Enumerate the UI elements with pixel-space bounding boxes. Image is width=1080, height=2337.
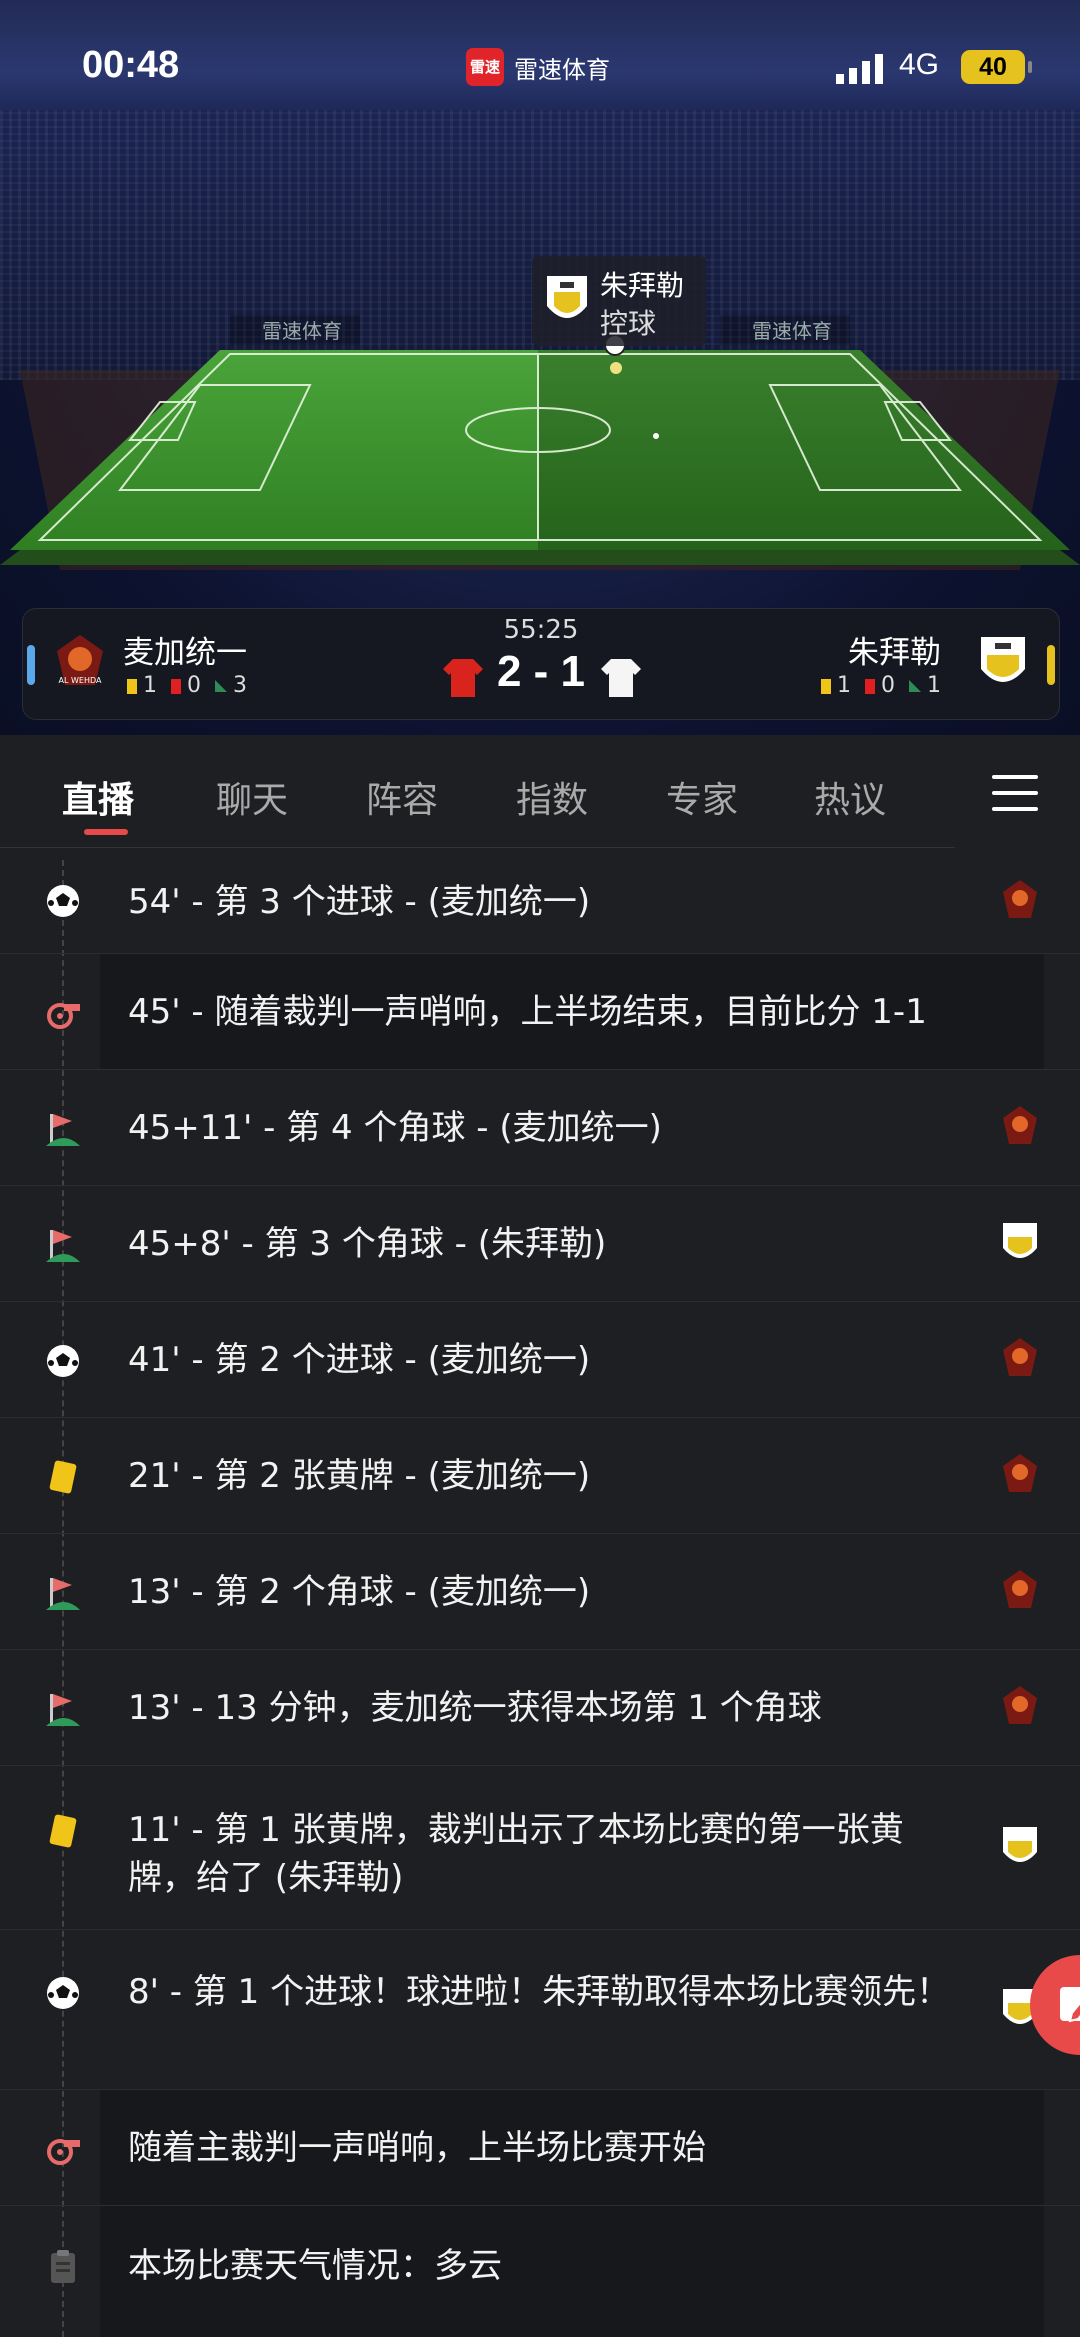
away-team-name: 朱拜勒: [848, 635, 941, 671]
event-row: 11' - 第 1 张黄牌，裁判出示了本场比赛的第一张黄牌，给了 (朱拜勒): [0, 1766, 1080, 1930]
away-yellow-cards: 1: [821, 673, 851, 698]
away-team-badge-icon: [1003, 1827, 1037, 1862]
football-icon: [47, 885, 79, 917]
event-text: 13' - 第 2 个角球 - (麦加统一): [128, 1572, 591, 1612]
corner-icon: [909, 680, 921, 692]
football-icon: [47, 1345, 79, 1377]
away-color-strip: [1047, 645, 1055, 685]
active-tab-indicator: [84, 829, 128, 835]
tab-bar: 直播 聊天 阵容 指数 专家 热议: [0, 745, 1080, 845]
corner-flag-icon: [46, 1230, 80, 1262]
event-text: 41' - 第 2 个进球 - (麦加统一): [128, 1340, 591, 1380]
tab-live[interactable]: 直播: [62, 771, 134, 823]
tab-chat[interactable]: 聊天: [216, 771, 288, 823]
home-team-badge-icon: [1003, 880, 1037, 918]
whistle-icon: [47, 2139, 80, 2165]
app-name: 雷速体育: [514, 55, 610, 84]
player-dot: [653, 433, 659, 439]
event-row: 45' - 随着裁判一声哨响，上半场结束，目前比分 1-1: [0, 954, 1080, 1070]
event-text: 45' - 随着裁判一声哨响，上半场结束，目前比分 1-1: [128, 992, 927, 1032]
red-card-icon: [865, 678, 875, 694]
home-team-badge-icon: [1003, 1686, 1037, 1724]
status-bar: 00:48 雷速 雷速体育 4G 40: [0, 40, 1080, 100]
event-row: 45+11' - 第 4 个角球 - (麦加统一): [0, 1070, 1080, 1186]
home-team-badge-icon: [1003, 1454, 1037, 1492]
event-row: 45+8' - 第 3 个角球 - (朱拜勒): [0, 1186, 1080, 1302]
away-red-cards: 0: [865, 673, 895, 698]
event-text: 21' - 第 2 张黄牌 - (麦加统一): [128, 1456, 591, 1496]
event-row: 随着主裁判一声哨响，上半场比赛开始: [0, 2090, 1080, 2206]
tab-discussion[interactable]: 热议: [814, 771, 886, 823]
home-team-badge-icon: [1003, 1338, 1037, 1376]
tab-experts[interactable]: 专家: [666, 771, 738, 823]
clock: 00:48: [82, 44, 180, 86]
clipboard-icon: [51, 2250, 75, 2283]
yellow-card-icon: [49, 1460, 77, 1494]
ball-marker: [610, 362, 622, 374]
away-team-badge-icon: [1003, 1223, 1037, 1258]
event-text: 8' - 第 1 个进球！球进啦！朱拜勒取得本场比赛领先！: [128, 1972, 951, 2012]
event-row: 54' - 第 3 个进球 - (麦加统一): [0, 850, 1080, 954]
menu-icon[interactable]: [992, 775, 1038, 811]
event-row: 本场比赛天气情况：多云: [0, 2206, 1080, 2337]
network-type: 4G: [899, 48, 940, 81]
scoreboard: AL WEHDA 麦加统一 1 0 3 55:25 2 - 1 朱拜勒 1 0 …: [22, 608, 1060, 720]
pencil-icon: [1060, 1987, 1080, 2023]
away-corners: 1: [909, 673, 941, 698]
possession-team: 朱拜勒: [600, 269, 685, 302]
event-text: 13' - 13 分钟，麦加统一获得本场第 1 个角球: [128, 1688, 822, 1728]
event-text: 11' - 第 1 张黄牌，裁判出示了本场比赛的第一张黄牌，给了 (朱拜勒): [128, 1810, 904, 1898]
tab-divider: [0, 847, 955, 848]
svg-text:雷速体育: 雷速体育: [262, 319, 342, 343]
home-team-badge-icon: [1003, 1570, 1037, 1608]
event-text: 54' - 第 3 个进球 - (麦加统一): [128, 882, 591, 922]
corner-flag-icon: [46, 1114, 80, 1146]
away-team-badge-icon: [981, 637, 1025, 682]
tab-lineup[interactable]: 阵容: [366, 771, 438, 823]
event-text: 45+8' - 第 3 个角球 - (朱拜勒): [128, 1224, 607, 1264]
tab-odds[interactable]: 指数: [516, 771, 588, 823]
event-text: 本场比赛天气情况：多云: [128, 2246, 502, 2286]
possession-label: 控球: [600, 307, 657, 340]
event-row: 21' - 第 2 张黄牌 - (麦加统一): [0, 1418, 1080, 1534]
stadium-banner: 雷速体育 雷速体育 00:48 雷速 雷速体育 4G 40 朱拜勒 控球 AL …: [0, 0, 1080, 735]
event-text: 随着主裁判一声哨响，上半场比赛开始: [128, 2128, 706, 2168]
corner-flag-icon: [46, 1694, 80, 1726]
possession-indicator: 朱拜勒 控球: [532, 256, 706, 346]
event-row: 41' - 第 2 个进球 - (麦加统一): [0, 1302, 1080, 1418]
corner-flag-icon: [46, 1578, 80, 1610]
app-indicator: 雷速 雷速体育: [466, 48, 610, 86]
signal-icon: [836, 54, 883, 84]
app-logo-icon: 雷速: [466, 48, 504, 86]
yellow-card-icon: [821, 678, 831, 694]
yellow-card-icon: [49, 1814, 77, 1848]
whistle-icon: [47, 1003, 80, 1029]
svg-text:雷速体育: 雷速体育: [752, 319, 832, 343]
away-team-badge-icon: [547, 276, 587, 318]
battery-icon: 40: [961, 50, 1032, 84]
away-team-stats: 1 0 1: [821, 673, 941, 698]
event-row: 13' - 第 2 个角球 - (麦加统一): [0, 1534, 1080, 1650]
event-text: 45+11' - 第 4 个角球 - (麦加统一): [128, 1108, 662, 1148]
away-jersey-icon: [601, 659, 641, 697]
event-row: 8' - 第 1 个进球！球进啦！朱拜勒取得本场比赛领先！: [0, 1930, 1080, 2090]
event-row: 13' - 13 分钟，麦加统一获得本场第 1 个角球: [0, 1650, 1080, 1766]
football-icon: [47, 1977, 79, 2009]
home-team-badge-icon: [1003, 1106, 1037, 1144]
